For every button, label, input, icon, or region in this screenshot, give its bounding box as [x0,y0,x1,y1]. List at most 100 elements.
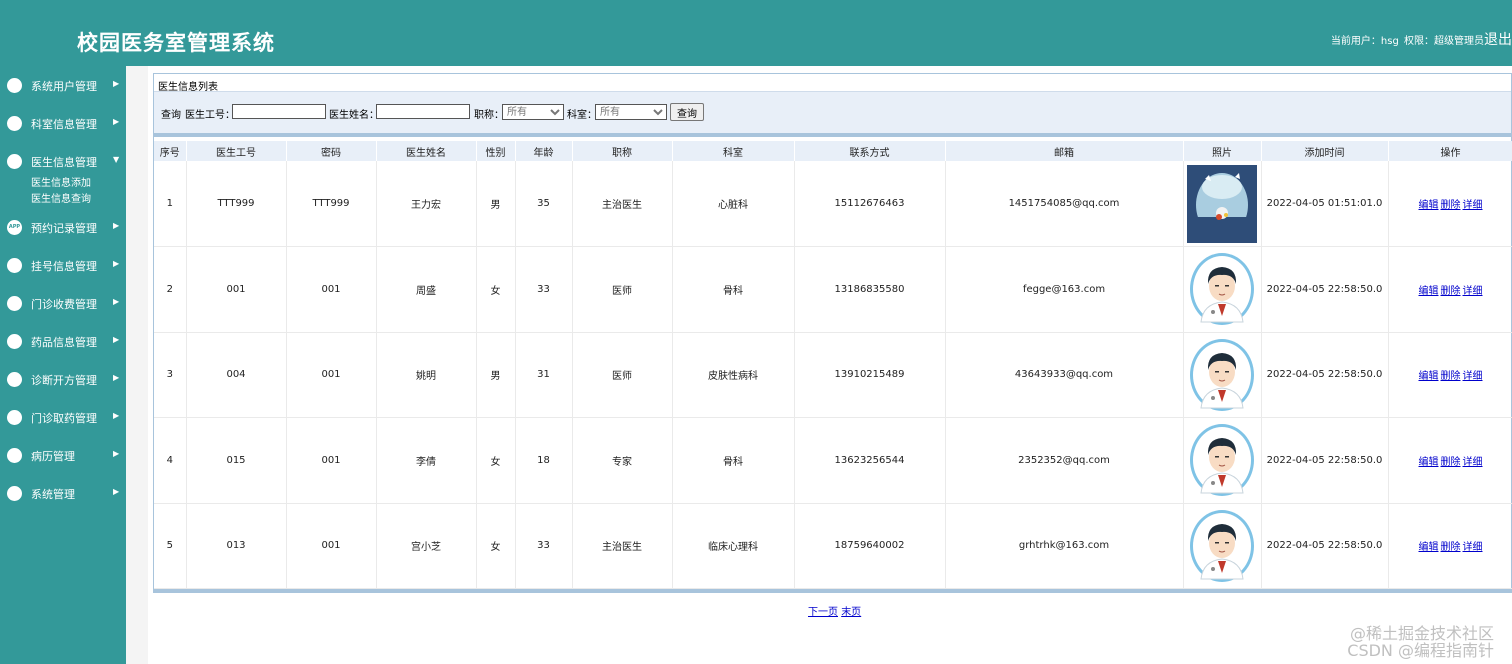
sidebar-item-5[interactable]: 门诊收费管理 ▶ [0,284,126,322]
doctor-no-input[interactable] [232,104,326,119]
delete-link[interactable]: 删除 [1441,457,1461,468]
delete-link[interactable]: 删除 [1441,286,1461,297]
cell-pwd: TTT999 [286,161,377,247]
delete-link[interactable]: 删除 [1441,542,1461,553]
cell-idx: 4 [154,417,187,504]
cell-time: 2022-04-05 22:58:50.0 [1261,332,1389,418]
cell-phone: 13623256544 [794,417,946,504]
cell-idx: 3 [154,332,187,418]
sidebar-item-3[interactable]: APP 预约记录管理 ▶ [0,208,126,246]
table-row: 4 015 001 李倩女 18 专家 骨科 13623256544 2352352@qq.co… [154,417,1512,504]
column-header: 医生姓名 [376,141,477,161]
edit-link[interactable]: 编辑 [1419,200,1439,211]
edit-link[interactable]: 编辑 [1419,542,1439,553]
cell-name: 王力宏 [376,161,477,247]
cell-photo [1183,417,1262,504]
cell-ops: 编辑 删除 详细 [1388,246,1512,333]
cell-ops: 编辑 删除 详细 [1388,161,1512,247]
users-icon [7,116,22,131]
doctor-no-label: 医生工号： [185,110,235,121]
sidebar-subitem-1[interactable]: 医生信息查询 [31,190,91,205]
cell-sex: 女 [476,503,516,589]
cell-no: 015 [186,417,287,504]
table-row: 3 004 001 姚明男 31 医师 皮肤性病科 13910215489 43643933@q… [154,332,1512,418]
detail-link[interactable]: 详细 [1463,371,1483,382]
cell-age: 33 [515,503,573,589]
logout-link[interactable]: 退出 [1484,29,1512,49]
sidebar-item-label: 系统用户管理 [31,80,97,93]
caret-right-icon: ▶ [113,221,120,230]
detail-link[interactable]: 详细 [1463,457,1483,468]
edit-link[interactable]: 编辑 [1419,286,1439,297]
watermark-line1: @稀土掘金技术社区 [1349,624,1494,643]
cell-pwd: 001 [286,417,377,504]
panel-title: 医生信息列表 [154,74,1511,93]
cell-time: 2022-04-05 22:58:50.0 [1261,246,1389,333]
watermark: @稀土掘金技术社区 CSDN @编程指南针 [1347,625,1494,659]
caret-right-icon: ▶ [113,449,120,458]
sidebar-subitem-0[interactable]: 医生信息添加 [31,174,91,189]
sidebar-item-label: 药品信息管理 [31,336,97,349]
cell-dept: 骨科 [672,417,795,504]
cell-ops: 编辑 删除 详细 [1388,417,1512,504]
cell-phone: 15112676463 [794,161,946,247]
cell-email: 43643933@qq.com [945,332,1184,418]
cell-age: 31 [515,332,573,418]
caret-right-icon: ▶ [113,259,120,268]
edit-link[interactable]: 编辑 [1419,371,1439,382]
doctor-name-label: 医生姓名： [329,110,379,121]
sidebar-item-label: 科室信息管理 [31,118,97,131]
column-header: 邮箱 [945,141,1184,161]
column-header: 性别 [476,141,516,161]
caret-right-icon: ▶ [113,79,120,88]
caret-down-icon: ▼ [113,155,120,164]
cell-idx: 5 [154,503,187,589]
caret-right-icon: ▶ [113,297,120,306]
table-row: 5 013 001 宫小芝女 33 主治医生 临床心理科 18759640002 grhtrhk… [154,503,1512,589]
table-header-row: 序号 医生工号 密码 医生姓名 性别 年龄 职称 科室 联系方式 邮箱 照片 添加时间 操作 [154,141,1512,161]
delete-link[interactable]: 删除 [1441,371,1461,382]
cell-dept: 皮肤性病科 [672,332,795,418]
sidebar-item-9[interactable]: 病历管理 ▶ [0,436,126,474]
cell-photo [1183,246,1262,333]
doctor-avatar-icon [1190,509,1254,582]
query-button[interactable]: 查询 [670,103,704,121]
watermark-line2: CSDN @编程指南针 [1347,641,1494,660]
caret-right-icon: ▶ [113,335,120,344]
last-page-link[interactable]: 末页 [841,607,861,618]
sidebar-item-1[interactable]: 科室信息管理 ▶ [0,104,126,142]
sidebar-item-10[interactable]: 系统管理 ▶ [0,474,126,512]
doctor-name-input[interactable] [376,104,470,119]
cell-email: 1451754085@qq.com [945,161,1184,247]
cell-sex: 女 [476,246,516,333]
detail-link[interactable]: 详细 [1463,542,1483,553]
delete-link[interactable]: 删除 [1441,200,1461,211]
target-icon [7,296,22,311]
column-header: 密码 [286,141,377,161]
cell-sex: 男 [476,161,516,247]
edit-link[interactable]: 编辑 [1419,457,1439,468]
caret-right-icon: ▶ [113,411,120,420]
target-icon [7,410,22,425]
cell-pwd: 001 [286,246,377,333]
dept-select[interactable]: 所有 [595,104,667,120]
sidebar-item-7[interactable]: 诊断开方管理 ▶ [0,360,126,398]
cell-pwd: 001 [286,503,377,589]
detail-link[interactable]: 详细 [1463,286,1483,297]
next-page-link[interactable]: 下一页 [808,607,838,618]
title-label: 职称： [474,110,504,121]
sidebar-item-4[interactable]: 挂号信息管理 ▶ [0,246,126,284]
cell-no: 001 [186,246,287,333]
sidebar-item-label: 预约记录管理 [31,222,97,235]
cell-title: 主治医生 [572,161,673,247]
search-bar: 查询 医生工号： 医生姓名： 职称： 所有 科室： 所有 查询 [154,92,1511,137]
column-header: 职称 [572,141,673,161]
title-select[interactable]: 所有 [502,104,564,120]
sidebar-item-6[interactable]: 药品信息管理 ▶ [0,322,126,360]
user-info: 当前用户：hsg 权限：超级管理员 [1329,32,1484,47]
cell-title: 专家 [572,417,673,504]
sidebar-item-8[interactable]: 门诊取药管理 ▶ [0,398,126,436]
detail-link[interactable]: 详细 [1463,200,1483,211]
cell-photo [1183,161,1262,247]
sidebar-item-0[interactable]: 系统用户管理 ▶ [0,66,126,104]
